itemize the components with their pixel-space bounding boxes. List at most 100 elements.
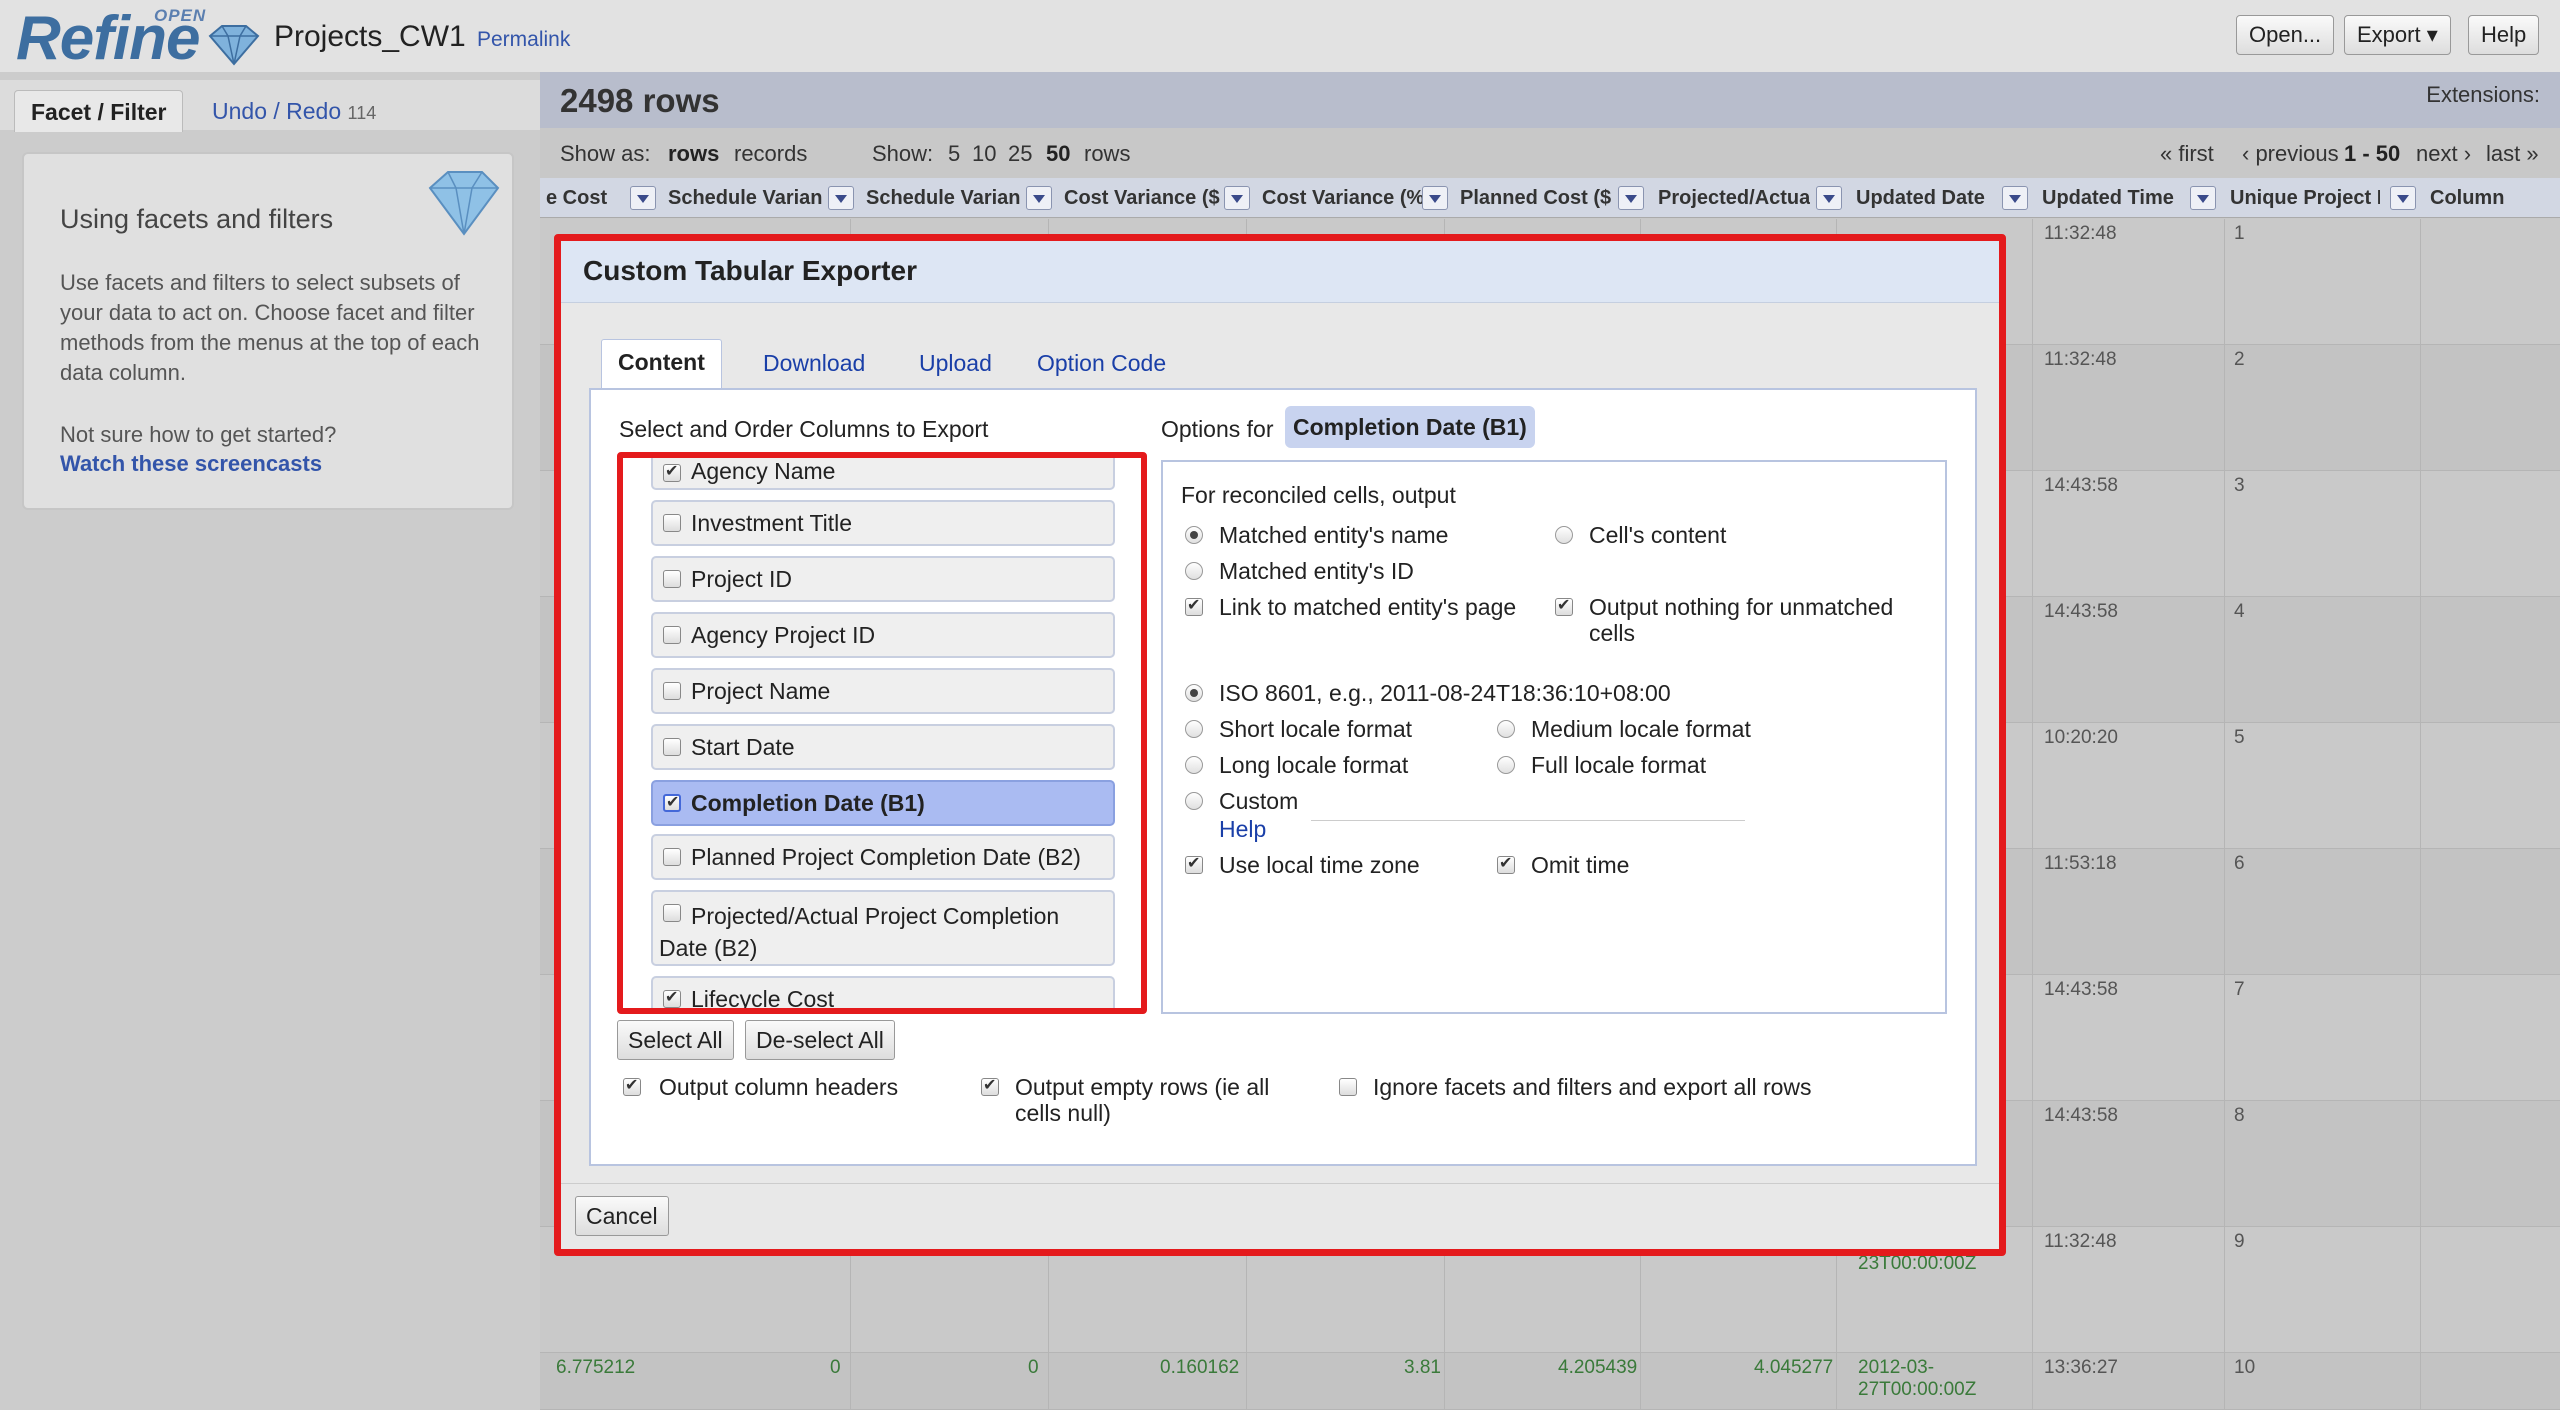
page-size-50[interactable]: 50 <box>1046 141 1070 166</box>
tab-facet-filter[interactable]: Facet / Filter <box>14 90 184 132</box>
dialog-footer: Cancel <box>561 1183 1999 1249</box>
cell-updated-time: 13:36:27 <box>2044 1357 2118 1378</box>
tab-download[interactable]: Download <box>747 341 881 385</box>
cell-unique-id: 3 <box>2234 475 2245 496</box>
checkbox-output-headers[interactable] <box>623 1075 641 1096</box>
cell-value: 0.160162 <box>1160 1357 1240 1378</box>
select-all-button[interactable]: Select All <box>617 1020 734 1060</box>
diamond-icon <box>428 171 500 236</box>
column-menu-dropdown-icon[interactable] <box>1224 186 1250 210</box>
cell-unique-id: 5 <box>2234 727 2245 748</box>
column-menu-dropdown-icon[interactable] <box>630 186 656 210</box>
column-checkbox[interactable] <box>663 570 681 588</box>
pager-next[interactable]: next › <box>2416 141 2471 167</box>
column-item[interactable]: Lifecycle Cost <box>651 976 1115 1008</box>
tab-content[interactable]: Content <box>601 339 722 389</box>
column-item[interactable]: Agency Project ID <box>651 612 1115 658</box>
pager-last[interactable]: last » <box>2486 141 2539 167</box>
ignore-facets-label: Ignore facets and filters and export all… <box>1373 1074 1812 1100</box>
show-label: Show: <box>872 141 934 166</box>
column-checkbox[interactable] <box>663 987 681 1008</box>
column-header: Schedule Varian <box>866 187 1021 209</box>
output-headers-label: Output column headers <box>659 1074 899 1100</box>
column-item[interactable]: Agency Name <box>651 458 1115 490</box>
help-button[interactable]: Help <box>2468 15 2540 55</box>
content-tab-panel: Select and Order Columns to Export Optio… <box>589 388 1977 1166</box>
column-item-selected[interactable]: Completion Date (B1) <box>651 780 1115 826</box>
radio-custom[interactable] <box>1185 792 1203 810</box>
export-button[interactable]: Export ▾ <box>2344 15 2451 55</box>
checkbox-link-page[interactable] <box>1185 595 1203 616</box>
column-menu-dropdown-icon[interactable] <box>2190 186 2216 210</box>
radio-iso-8601[interactable] <box>1185 684 1203 702</box>
show-as-records-link[interactable]: records <box>734 141 807 167</box>
column-checkbox[interactable] <box>663 461 681 482</box>
screencasts-link[interactable]: Watch these screencasts <box>60 451 322 477</box>
column-checkbox[interactable] <box>663 626 681 644</box>
checkbox-output-nothing[interactable] <box>1555 595 1573 616</box>
show-as-rows[interactable]: rows <box>668 141 719 166</box>
radio-long-locale[interactable] <box>1185 756 1203 774</box>
checkbox-local-timezone[interactable] <box>1185 853 1203 874</box>
project-name[interactable]: Projects_CW1 <box>274 20 466 54</box>
dialog-title: Custom Tabular Exporter <box>583 255 917 286</box>
checkbox-output-empty-rows[interactable] <box>981 1075 999 1096</box>
column-checkbox[interactable] <box>663 848 681 866</box>
column-header: Planned Cost ($ <box>1460 187 1612 209</box>
openrefine-logo[interactable]: Refine OPEN <box>16 4 260 70</box>
column-menu-dropdown-icon[interactable] <box>1816 186 1842 210</box>
column-checkbox[interactable] <box>663 682 681 700</box>
column-menu-dropdown-icon[interactable] <box>1026 186 1052 210</box>
tab-upload[interactable]: Upload <box>903 341 1008 385</box>
custom-format-input[interactable] <box>1311 820 1745 821</box>
radio-full-locale[interactable] <box>1497 756 1515 774</box>
tab-undo-redo[interactable]: Undo / Redo 114 <box>196 90 392 132</box>
column-menu-dropdown-icon[interactable] <box>828 186 854 210</box>
column-item[interactable]: Start Date <box>651 724 1115 770</box>
column-item[interactable]: Investment Title <box>651 500 1115 546</box>
radio-matched-id[interactable] <box>1185 562 1203 580</box>
cell-unique-id: 7 <box>2234 979 2245 1000</box>
radio-cells-content[interactable] <box>1555 526 1573 544</box>
cell-value: 3.81 <box>1404 1357 1441 1378</box>
checkbox-omit-time[interactable] <box>1497 853 1515 874</box>
deselect-all-button[interactable]: De-select All <box>745 1020 895 1060</box>
page-size-10[interactable]: 10 <box>972 141 996 167</box>
extensions-label: Extensions: <box>2426 82 2540 107</box>
select-columns-label: Select and Order Columns to Export <box>619 416 989 442</box>
pager-previous[interactable]: ‹ previous <box>2242 141 2339 167</box>
column-menu-dropdown-icon[interactable] <box>1422 186 1448 210</box>
column-menu-dropdown-icon[interactable] <box>1618 186 1644 210</box>
long-locale-label: Long locale format <box>1219 752 1409 778</box>
custom-format-help-link[interactable]: Help <box>1219 816 1266 842</box>
cell-updated-date: 2012-03- <box>1858 1357 1935 1378</box>
radio-medium-locale[interactable] <box>1497 720 1515 738</box>
column-item-label: Project ID <box>691 566 792 592</box>
column-item[interactable]: Projected/Actual Project Completion Date… <box>651 890 1115 966</box>
column-checkbox[interactable] <box>663 792 681 812</box>
link-page-label: Link to matched entity's page <box>1219 594 1517 620</box>
page-size-5[interactable]: 5 <box>948 141 960 167</box>
column-item[interactable]: Planned Project Completion Date (B2) <box>651 834 1115 880</box>
column-menu-dropdown-icon[interactable] <box>2390 186 2416 210</box>
pager-first[interactable]: « first <box>2160 141 2214 167</box>
radio-short-locale[interactable] <box>1185 720 1203 738</box>
page-size-25[interactable]: 25 <box>1008 141 1032 167</box>
cell-value: 4.205439 <box>1558 1357 1638 1378</box>
matched-id-label: Matched entity's ID <box>1219 558 1414 584</box>
permalink-link[interactable]: Permalink <box>477 28 570 52</box>
tab-option-code[interactable]: Option Code <box>1021 341 1182 385</box>
cell-updated-date: 23T00:00:00Z <box>1858 1253 1977 1274</box>
column-checkbox[interactable] <box>663 514 681 532</box>
checkbox-ignore-facets[interactable] <box>1339 1078 1357 1096</box>
column-menu-dropdown-icon[interactable] <box>2002 186 2028 210</box>
column-header: Cost Variance (% <box>1262 187 1422 209</box>
open-button[interactable]: Open... <box>2236 15 2335 55</box>
column-checkbox[interactable] <box>663 738 681 756</box>
column-item[interactable]: Project ID <box>651 556 1115 602</box>
column-list[interactable]: Agency Name Investment Title Project ID … <box>617 452 1147 1014</box>
column-item[interactable]: Project Name <box>651 668 1115 714</box>
cancel-button[interactable]: Cancel <box>575 1196 669 1236</box>
undo-redo-label: Undo / Redo <box>212 98 342 124</box>
radio-matched-name[interactable] <box>1185 526 1203 544</box>
